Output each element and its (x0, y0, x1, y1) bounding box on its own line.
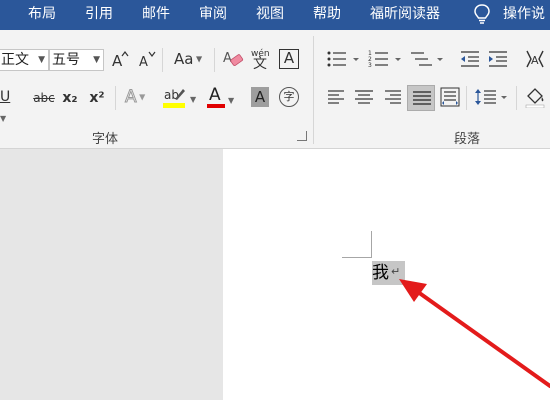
multilevel-list-button[interactable] (410, 49, 446, 74)
font-name-value: 正文 (1, 52, 29, 68)
numbered-list-icon: 1 2 3 (368, 50, 401, 69)
justify-icon (413, 91, 431, 105)
svg-text:A: A (531, 54, 539, 67)
distributed-button[interactable] (440, 87, 460, 112)
align-center-icon (355, 90, 373, 104)
text-effects-label: A (125, 87, 138, 108)
change-case-button[interactable]: Aa ▼ (174, 49, 208, 70)
phonetic-char: 文 (253, 56, 267, 72)
clear-formatting-button[interactable]: A (222, 48, 244, 75)
font-color-label: A (209, 85, 221, 105)
character-shading-button[interactable]: A (251, 87, 269, 107)
align-left-icon (328, 90, 344, 104)
line-spacing-icon (475, 89, 507, 105)
tab-layout[interactable]: 布局 (28, 4, 56, 24)
enclose-characters-button[interactable]: 字 (279, 87, 299, 107)
character-shading-label: A (254, 88, 266, 106)
align-right-icon (385, 90, 401, 104)
justify-button[interactable] (407, 85, 435, 111)
tab-view[interactable]: 视图 (256, 4, 284, 24)
paragraph-group-label: 段落 (454, 132, 481, 147)
chevron-down-icon: ▼ (190, 95, 197, 104)
shrink-font-button[interactable]: A (138, 49, 156, 74)
highlighter-pen-icon (175, 89, 185, 100)
paragraph-mark: ↵ (391, 265, 401, 278)
margin-corner-mark (342, 257, 371, 258)
numbering-button[interactable]: 1 2 3 (368, 49, 404, 74)
chevron-down-icon: ▼ (136, 92, 146, 102)
tab-foxit-reader[interactable]: 福昕阅读器 (370, 4, 440, 24)
text-effects-button[interactable]: A ▼ (125, 87, 157, 108)
svg-text:A: A (223, 51, 232, 66)
font-group-label: 字体 (92, 132, 119, 147)
underline-button[interactable]: U ▼ (0, 87, 18, 129)
eraser-icon: A (223, 51, 244, 66)
line-spacing-button[interactable] (474, 87, 510, 112)
character-border-button[interactable]: A (279, 49, 299, 69)
font-color-button[interactable]: A ▼ (206, 85, 240, 111)
strikethrough-button[interactable]: abc (32, 88, 56, 108)
align-left-button[interactable] (327, 89, 347, 110)
subscript-label: x₂ (62, 90, 78, 106)
multilevel-list-icon (411, 52, 443, 66)
font-name-dropdown[interactable]: 正文 ▼ (0, 49, 49, 71)
svg-text:3: 3 (368, 62, 372, 69)
chinese-layout-button[interactable]: A (524, 49, 546, 74)
change-case-label: Aa (174, 50, 194, 68)
shrink-font-icon: A (139, 51, 156, 70)
tab-references[interactable]: 引用 (85, 4, 113, 24)
font-size-dropdown[interactable]: 五号 ▼ (49, 49, 104, 71)
chevron-down-icon: ▼ (228, 96, 235, 105)
increase-indent-icon (489, 51, 507, 67)
divider (466, 86, 467, 110)
tell-me-search[interactable]: 操作说 (503, 4, 545, 24)
superscript-label: x² (89, 90, 105, 106)
font-color-bar (207, 104, 225, 108)
chinese-layout-icon: A (526, 50, 544, 68)
align-center-button[interactable] (354, 89, 374, 110)
highlight-color-bar (163, 103, 185, 108)
divider (516, 86, 517, 110)
increase-indent-button[interactable] (487, 49, 509, 74)
decrease-indent-button[interactable] (459, 49, 481, 74)
distributed-icon (440, 87, 460, 107)
bullets-button[interactable] (326, 49, 362, 74)
character-border-label: A (283, 49, 295, 67)
selected-document-text[interactable]: 我 (372, 262, 389, 284)
font-dialog-launcher-icon[interactable] (297, 131, 307, 141)
chevron-down-icon: ▼ (0, 114, 7, 123)
enclose-characters-label: 字 (283, 90, 295, 103)
svg-text:A: A (112, 52, 123, 69)
divider (115, 86, 116, 110)
ribbon-tab-bar: 布局 引用 邮件 审阅 视图 帮助 福昕阅读器 操作说 (0, 0, 550, 30)
text-highlight-button[interactable]: ab ▼ (162, 85, 202, 111)
tab-review[interactable]: 审阅 (199, 4, 227, 24)
underline-label: U (0, 89, 11, 105)
divider (162, 48, 163, 72)
subscript-button[interactable]: x₂ (61, 88, 79, 108)
lightbulb-icon[interactable] (472, 3, 492, 25)
decrease-indent-icon (461, 51, 479, 67)
chevron-down-icon: ▼ (38, 55, 45, 65)
strikethrough-label: abc (33, 91, 55, 105)
chevron-down-icon: ▼ (93, 55, 100, 65)
align-right-button[interactable] (382, 89, 402, 110)
grow-font-icon: A (112, 51, 129, 70)
divider (214, 48, 215, 72)
ribbon-panel: 正文 ▼ 五号 ▼ A A Aa ▼ A wén 文 A U ▼ abc x₂ … (0, 30, 550, 149)
grow-font-button[interactable]: A (111, 49, 129, 74)
superscript-button[interactable]: x² (88, 88, 106, 108)
tab-help[interactable]: 帮助 (313, 4, 341, 24)
group-separator (313, 36, 314, 144)
chevron-down-icon: ▼ (193, 54, 203, 64)
font-size-value: 五号 (52, 52, 80, 68)
bullets-icon (327, 51, 359, 67)
tab-mailings[interactable]: 邮件 (142, 4, 170, 24)
margin-corner-mark (371, 231, 372, 258)
svg-text:A: A (139, 55, 148, 69)
paint-bucket-icon (525, 88, 545, 109)
shading-button[interactable] (524, 86, 548, 113)
